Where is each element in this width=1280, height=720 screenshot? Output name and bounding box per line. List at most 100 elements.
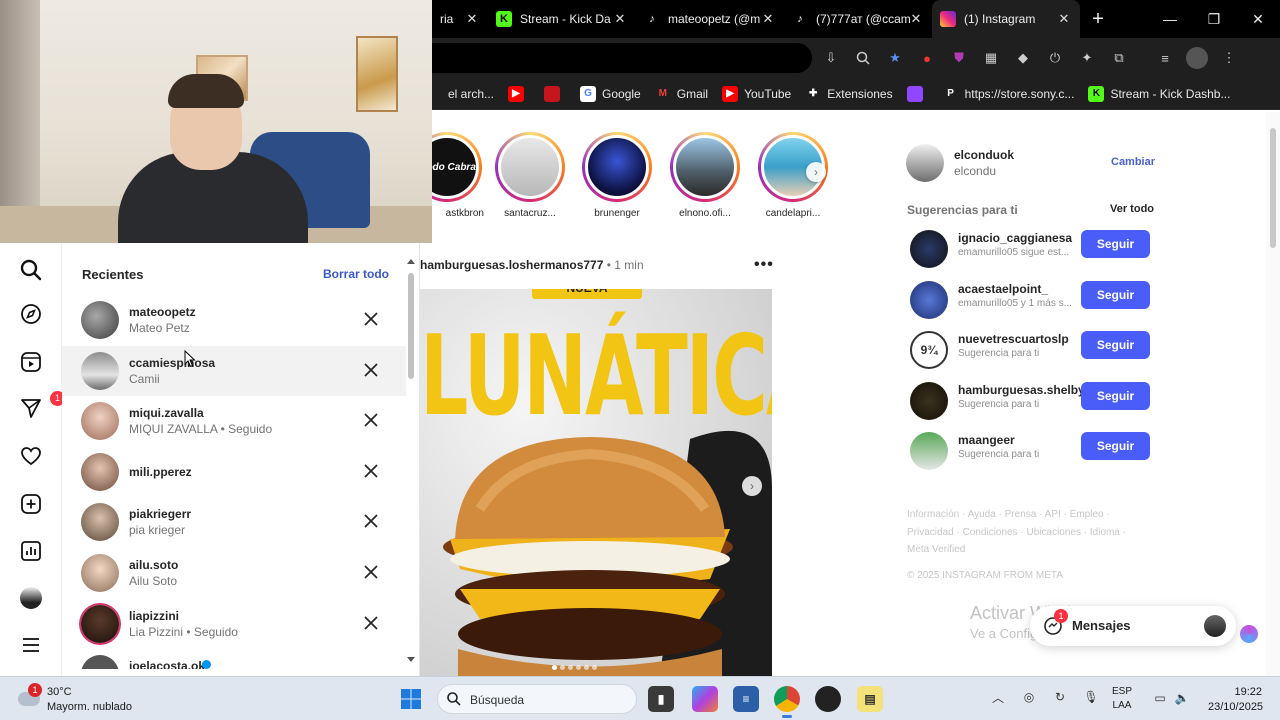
suggestion-username[interactable]: ignacio_caggianesa: [958, 231, 1072, 245]
sticky-notes-icon[interactable]: ▤: [857, 686, 883, 712]
follow-button[interactable]: Seguir: [1081, 432, 1150, 460]
post-username[interactable]: hamburguesas.loshermanos777: [420, 258, 603, 272]
suggestion-username[interactable]: nuevetrescuartoslp: [958, 332, 1069, 346]
nav-dashboard[interactable]: [18, 538, 44, 564]
scrollbar-thumb[interactable]: [1270, 128, 1276, 248]
switch-account-link[interactable]: Cambiar: [1111, 156, 1155, 168]
recent-search-item[interactable]: miqui.zavalla MIQUI ZAVALLA • Seguido: [62, 396, 406, 447]
story-item[interactable]: brunenger: [580, 132, 654, 219]
nav-messages[interactable]: 1: [18, 391, 65, 421]
copilot-app-icon[interactable]: [692, 686, 718, 712]
extension-icon[interactable]: ◆: [1012, 47, 1034, 69]
follow-button[interactable]: Seguir: [1081, 281, 1150, 309]
recent-search-item[interactable]: mili.pperez: [62, 447, 406, 498]
remove-icon[interactable]: [362, 563, 380, 581]
profile-avatar-icon[interactable]: [1186, 47, 1208, 69]
extension-icon[interactable]: ▦: [980, 47, 1002, 69]
install-app-icon[interactable]: ⇩: [820, 47, 842, 69]
avatar[interactable]: [906, 144, 944, 182]
remove-icon[interactable]: [362, 512, 380, 530]
minimize-icon[interactable]: —: [1148, 0, 1192, 38]
close-icon[interactable]: ✕: [612, 11, 628, 27]
page-scrollbar[interactable]: [1266, 112, 1280, 676]
zoom-icon[interactable]: [852, 47, 874, 69]
footer-line[interactable]: Información · Ayuda · Prensa · API · Emp…: [907, 506, 1127, 524]
nav-profile[interactable]: [18, 585, 44, 611]
bookmark-item[interactable]: G Google: [574, 81, 647, 107]
menu-dots-icon[interactable]: ⋮: [1218, 47, 1240, 69]
close-window-icon[interactable]: ✕: [1236, 0, 1280, 38]
scroll-down-icon[interactable]: [407, 657, 415, 662]
suggestion-username[interactable]: acaestaelpoint_: [958, 282, 1048, 296]
media-control-icon[interactable]: ≡: [1154, 47, 1176, 69]
sync-icon[interactable]: ↻: [1050, 687, 1070, 707]
bookmark-item[interactable]: M Gmail: [649, 81, 714, 107]
recent-search-item[interactable]: liapizzini Lia Pizzini • Seguido: [62, 599, 406, 650]
account-username[interactable]: elconduok: [954, 148, 1014, 162]
bookmark-item[interactable]: el arch...: [442, 81, 500, 107]
nav-search[interactable]: [18, 257, 44, 283]
nav-create[interactable]: [18, 491, 44, 517]
bookmark-item[interactable]: [901, 81, 935, 107]
browser-tab[interactable]: ria ✕: [432, 0, 488, 38]
bookmark-item[interactable]: [538, 81, 572, 107]
close-icon[interactable]: ✕: [1056, 11, 1072, 27]
close-icon[interactable]: ✕: [760, 11, 776, 27]
bookmark-item[interactable]: ▶: [502, 81, 536, 107]
close-icon[interactable]: ✕: [464, 11, 480, 27]
extensions-puzzle-icon[interactable]: ⧉: [1108, 47, 1130, 69]
recent-search-item[interactable]: mateoopetz Mateo Petz: [62, 295, 406, 346]
recent-search-item[interactable]: ailu.soto Ailu Soto: [62, 548, 406, 599]
follow-button[interactable]: Seguir: [1081, 230, 1150, 258]
nav-notifications[interactable]: [18, 443, 44, 469]
recent-search-item[interactable]: piakriegerr pia krieger: [62, 497, 406, 548]
messages-button[interactable]: 1 Mensajes: [1030, 606, 1236, 646]
footer-line[interactable]: Privacidad · Condiciones · Ubicaciones ·…: [907, 524, 1127, 542]
panel-scrollbar[interactable]: [406, 257, 416, 669]
close-icon[interactable]: ✕: [908, 11, 924, 27]
bookmark-item[interactable]: ▶ YouTube: [716, 81, 797, 107]
remove-icon[interactable]: [362, 411, 380, 429]
new-tab-button[interactable]: +: [1080, 0, 1116, 38]
see-all-link[interactable]: Ver todo: [1110, 203, 1154, 215]
bookmark-item[interactable]: Phttps://store.sony.c...: [937, 81, 1081, 107]
scrollbar-thumb[interactable]: [408, 273, 414, 379]
nav-more[interactable]: [18, 632, 44, 658]
post-next-icon[interactable]: ›: [742, 476, 762, 496]
copilot-icon[interactable]: [1240, 625, 1258, 643]
story-item[interactable]: santacruz...: [493, 132, 567, 219]
speaker-icon[interactable]: 🔈: [1172, 688, 1192, 708]
nav-reels[interactable]: [18, 349, 44, 375]
nav-explore[interactable]: [18, 301, 44, 327]
extension-icon[interactable]: ✦: [1076, 47, 1098, 69]
recent-search-item[interactable]: ccamiespinosa Camii: [62, 345, 406, 397]
avatar[interactable]: 9¾: [910, 331, 948, 369]
remove-icon[interactable]: [362, 462, 380, 480]
weather-widget[interactable]: 1 30°C Mayorm. nublado: [18, 683, 178, 715]
scroll-up-icon[interactable]: [407, 259, 415, 264]
language-indicator[interactable]: ESP LAA: [1112, 685, 1132, 713]
task-view-icon[interactable]: ▮: [648, 686, 674, 712]
post-image[interactable]: NUEVA LUNÁTICA ›: [420, 289, 772, 676]
avatar[interactable]: [910, 230, 948, 268]
browser-tab[interactable]: ♪ mateoopetz (@m ✕: [636, 0, 784, 38]
browser-tab[interactable]: ♪ (7)777ат (@ccam ✕: [784, 0, 932, 38]
chevron-up-icon[interactable]: ︿: [988, 687, 1008, 707]
obs-icon[interactable]: [815, 686, 841, 712]
stories-next-icon[interactable]: ›: [806, 162, 826, 182]
avatar[interactable]: [910, 281, 948, 319]
avatar[interactable]: [910, 432, 948, 470]
bookmark-item[interactable]: K Stream - Kick Dashb...: [1082, 81, 1236, 107]
network-icon[interactable]: ◎: [1019, 687, 1039, 707]
display-icon[interactable]: ▭: [1150, 688, 1170, 708]
taskbar-search[interactable]: Búsqueda: [437, 684, 637, 714]
remove-icon[interactable]: [362, 614, 380, 632]
extension-icon[interactable]: ●: [916, 47, 938, 69]
recent-search-item[interactable]: joelacosta.ok: [62, 649, 406, 670]
post-options-icon[interactable]: •••: [754, 256, 774, 274]
address-bar[interactable]: [432, 43, 812, 73]
ublock-icon[interactable]: ⛊: [948, 47, 970, 69]
bookmark-star-icon[interactable]: ★: [884, 47, 906, 69]
windows-start-icon[interactable]: [400, 688, 422, 710]
chrome-icon[interactable]: [774, 686, 800, 718]
